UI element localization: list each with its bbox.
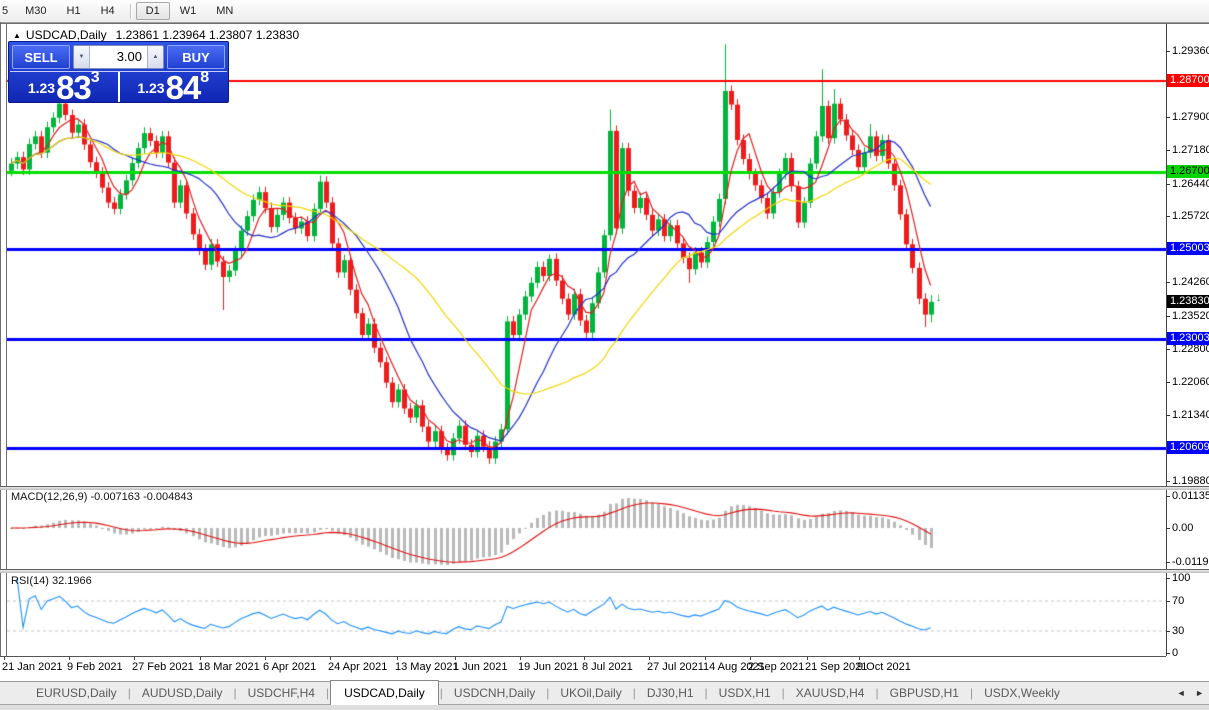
- bid-price-base: 1.23: [28, 80, 55, 96]
- bid-price-sup: 3: [91, 69, 100, 87]
- macd-label: MACD(12,26,9) -0.007163 -0.004843: [11, 491, 193, 503]
- chart-symbol-label: USDCAD,Daily: [26, 28, 107, 42]
- bid-price-big: 83: [56, 75, 91, 100]
- date-axis-tickmark: [134, 657, 135, 660]
- ask-price-big: 84: [166, 75, 201, 100]
- date-axis-tickmark: [4, 657, 5, 660]
- pane-splitter-rsi[interactable]: [0, 569, 1209, 573]
- macd-value-main: -0.007163: [90, 491, 140, 503]
- tab-usdchf-h4[interactable]: USDCHF,H4: [238, 682, 325, 704]
- date-label: 13 May 2021: [395, 661, 459, 673]
- timeframe-button-h4[interactable]: H4: [91, 2, 125, 20]
- timeframe-button-d1[interactable]: D1: [136, 2, 170, 20]
- collapse-arrow-icon[interactable]: ▲: [13, 31, 21, 40]
- timeframe-button-mn[interactable]: MN: [206, 2, 243, 20]
- volume-increase-icon[interactable]: ▲: [147, 46, 163, 68]
- price-axis[interactable]: 1.293601.286401.279001.271801.264401.257…: [1167, 0, 1209, 660]
- bid-price-display[interactable]: 1.23 83 3: [10, 72, 120, 102]
- rsi-value: 32.1966: [52, 575, 92, 587]
- tab-gbpusd-h1[interactable]: GBPUSD,H1: [880, 682, 969, 704]
- price-level-badge: 1.28700: [1167, 74, 1209, 87]
- window-bottom-edge: [0, 704, 1209, 710]
- date-label: 2 Sep 2021: [748, 661, 804, 673]
- date-axis-tickmark: [520, 657, 521, 660]
- ask-price-display[interactable]: 1.23 84 8: [120, 72, 228, 102]
- timeframe-button-5[interactable]: 5: [0, 2, 15, 20]
- tab-scroll-left-icon[interactable]: ◄: [1177, 688, 1186, 698]
- chart-title: ▲ USDCAD,Daily 1.23861 1.23964 1.23807 1.2…: [13, 28, 299, 42]
- timeframe-button-h1[interactable]: H1: [57, 2, 91, 20]
- tab-eurusd-daily[interactable]: EURUSD,Daily: [26, 682, 127, 704]
- date-axis-tickmark: [705, 657, 706, 660]
- tab-xauusd-h4[interactable]: XAUUSD,H4: [786, 682, 875, 704]
- date-axis-tickmark: [859, 657, 860, 660]
- tab-scroll-arrows: ◄ ►: [1170, 688, 1204, 698]
- tab-dj30-h1[interactable]: DJ30,H1: [637, 682, 704, 704]
- rsi-label: RSI(14) 32.1966: [11, 575, 92, 587]
- tab-usdcnh-daily[interactable]: USDCNH,Daily: [444, 682, 545, 704]
- macd-name: MACD(12,26,9): [11, 491, 87, 503]
- date-axis-tickmark: [330, 657, 331, 660]
- chart-ohlc-values: 1.23861 1.23964 1.23807 1.23830: [116, 28, 300, 42]
- price-level-badge: 1.23830: [1167, 295, 1209, 308]
- tab-usdx-weekly[interactable]: USDX,Weekly: [974, 682, 1070, 704]
- date-axis-tickmark: [584, 657, 585, 660]
- date-label: 27 Jul 2021: [647, 661, 704, 673]
- date-label: 9 Oct 2021: [857, 661, 911, 673]
- timeframe-toolbar: 5M30H1H4 D1W1MN: [0, 0, 1209, 23]
- date-axis-tickmark: [649, 657, 650, 660]
- date-label: 6 Apr 2021: [263, 661, 316, 673]
- volume-value[interactable]: 3.00: [90, 46, 147, 68]
- tab-audusd-daily[interactable]: AUDUSD,Daily: [132, 682, 233, 704]
- date-axis-tickmark: [455, 657, 456, 660]
- date-axis-tickmark: [397, 657, 398, 660]
- last-price-arrow-icon: ↓: [936, 291, 942, 303]
- date-label: 19 Jun 2021: [518, 661, 579, 673]
- price-level-badge: 1.25003: [1167, 242, 1209, 255]
- rsi-indicator-canvas[interactable]: [7, 572, 1166, 655]
- price-level-badge: 1.26700: [1167, 165, 1209, 178]
- buy-button[interactable]: BUY: [167, 45, 225, 69]
- pane-splitter-macd[interactable]: [0, 486, 1209, 490]
- timeframe-button-w1[interactable]: W1: [170, 2, 207, 20]
- rsi-name: RSI(14): [11, 575, 49, 587]
- date-label: 9 Feb 2021: [67, 661, 123, 673]
- one-click-trade-panel: SELL ▼ 3.00 ▲ BUY 1.23 83 3 1.23 84 8: [8, 41, 229, 103]
- ask-price-sup: 8: [200, 69, 209, 87]
- tab-usdcad-daily[interactable]: USDCAD,Daily: [330, 680, 439, 705]
- date-axis[interactable]: 21 Jan 2021 9 Feb 2021 27 Feb 2021 18 Mar 2…: [0, 656, 1166, 681]
- date-axis-tickmark: [200, 657, 201, 660]
- date-axis-tickmark: [750, 657, 751, 660]
- date-label: 18 Mar 2021: [198, 661, 260, 673]
- tab-ukoil-daily[interactable]: UKOil,Daily: [550, 682, 631, 704]
- date-label: 24 Apr 2021: [328, 661, 387, 673]
- tab-usdx-h1[interactable]: USDX,H1: [709, 682, 781, 704]
- chart-tab-bar: EURUSD,Daily|AUDUSD,Daily|USDCHF,H4|USDC…: [0, 681, 1209, 704]
- date-axis-tickmark: [69, 657, 70, 660]
- sell-button[interactable]: SELL: [12, 45, 70, 69]
- date-label: 21 Jan 2021: [2, 661, 63, 673]
- volume-decrease-icon[interactable]: ▼: [74, 46, 90, 68]
- toolbar-separator: [130, 4, 131, 19]
- tab-scroll-right-icon[interactable]: ►: [1195, 688, 1204, 698]
- macd-value-signal: -0.004843: [143, 491, 193, 503]
- timeframe-button-m30[interactable]: M30: [15, 2, 56, 20]
- date-axis-tickmark: [807, 657, 808, 660]
- date-label: 1 Jun 2021: [453, 661, 507, 673]
- date-axis-tickmark: [265, 657, 266, 660]
- volume-stepper: ▼ 3.00 ▲: [73, 45, 164, 69]
- window-left-edge: [0, 22, 1, 705]
- price-level-badge: 1.23003: [1167, 332, 1209, 345]
- date-label: 27 Feb 2021: [132, 661, 194, 673]
- date-label: 8 Jul 2021: [582, 661, 633, 673]
- ask-price-base: 1.23: [137, 80, 164, 96]
- price-level-badge: 1.20609: [1167, 441, 1209, 454]
